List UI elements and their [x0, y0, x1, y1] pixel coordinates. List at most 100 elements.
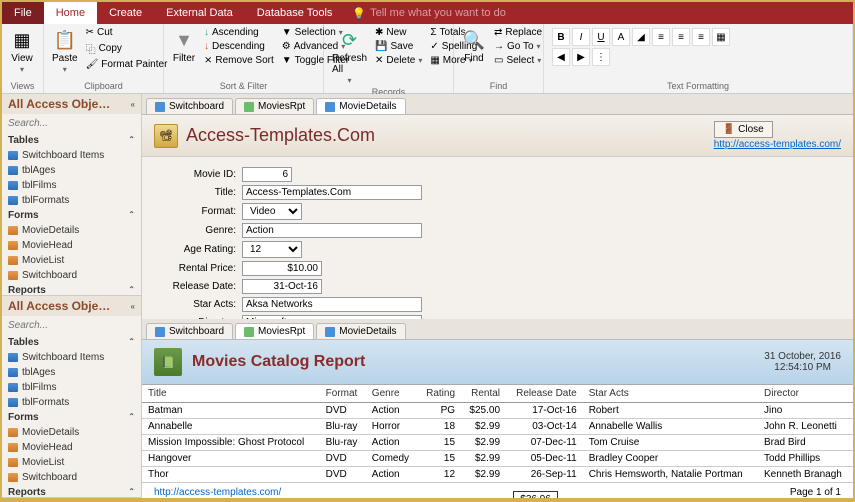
align-center-button[interactable]: ≡ — [672, 28, 690, 46]
nav-collapse-icon-2[interactable]: « — [131, 302, 135, 311]
underline-button[interactable]: U — [592, 28, 610, 46]
table-row[interactable]: Mission Impossible: Ghost ProtocolBlu-ra… — [142, 435, 853, 451]
filter-button[interactable]: ▼Filter — [170, 26, 198, 66]
indent-dec-button[interactable]: ◀ — [552, 48, 570, 66]
nav-search-2[interactable] — [6, 318, 137, 333]
nav-form-movielist-1[interactable]: MovieList — [2, 253, 141, 268]
field-star[interactable] — [242, 297, 422, 312]
italic-button[interactable]: I — [572, 28, 590, 46]
nav-group-forms-1[interactable]: Forms⌃ — [2, 208, 141, 223]
field-age[interactable]: 12 — [242, 241, 302, 258]
nav-form-switchboard-2[interactable]: Switchboard — [2, 470, 141, 485]
menu-home[interactable]: Home — [44, 2, 97, 24]
tables-label-2: Tables — [8, 337, 39, 348]
nav-header-1[interactable]: All Access Obje…« — [2, 94, 141, 114]
report-col-header: Director — [758, 385, 853, 403]
nav-form-switchboard-1[interactable]: Switchboard — [2, 268, 141, 283]
table-row[interactable]: AnnabelleBlu-rayHorror18$2.9903-Oct-14An… — [142, 419, 853, 435]
align-left-button[interactable]: ≡ — [652, 28, 670, 46]
report-time: 12:54:10 PM — [764, 362, 841, 373]
field-title[interactable] — [242, 185, 422, 200]
field-release[interactable] — [242, 279, 322, 294]
tab-moviedetails-1[interactable]: MovieDetails — [316, 98, 405, 114]
nav-form-moviehead-1[interactable]: MovieHead — [2, 238, 141, 253]
align-right-button[interactable]: ≡ — [692, 28, 710, 46]
gridlines-button[interactable]: ▦ — [712, 28, 730, 46]
replace-button[interactable]: ⇄Replace — [492, 26, 544, 39]
paste-button[interactable]: 📋Paste▾ — [50, 26, 80, 76]
table-cell: Mission Impossible: Ghost Protocol — [142, 435, 320, 451]
paste-icon: 📋 — [53, 28, 77, 52]
copy-icon: ⿻ — [86, 41, 96, 56]
ascending-button[interactable]: ↓Ascending — [202, 26, 276, 39]
save-button[interactable]: 💾Save — [373, 40, 424, 53]
form-title: Access-Templates.Com — [186, 125, 375, 146]
bold-button[interactable]: B — [552, 28, 570, 46]
menu-create[interactable]: Create — [97, 2, 154, 24]
nav-form-moviedetails-2[interactable]: MovieDetails — [2, 425, 141, 440]
nav-form-moviehead-2[interactable]: MovieHead — [2, 440, 141, 455]
fill-color-button[interactable]: ◢ — [632, 28, 650, 46]
nav-table-tblfilms-2[interactable]: tblFilms — [2, 380, 141, 395]
tab-moviesrpt-2[interactable]: MoviesRpt — [235, 323, 314, 339]
label-movie-id: Movie ID: — [162, 169, 242, 180]
bullets-button[interactable]: ⋮ — [592, 48, 610, 66]
new-button[interactable]: ✱New — [373, 26, 424, 39]
group-textfmt-label: Text Formatting — [550, 81, 846, 91]
menu-external-data[interactable]: External Data — [154, 2, 245, 24]
nav-table-tblages-2[interactable]: tblAges — [2, 365, 141, 380]
descending-button[interactable]: ↓Descending — [202, 40, 276, 53]
copy-button[interactable]: ⿻Copy — [84, 40, 170, 57]
goto-button[interactable]: →Go To▾ — [492, 40, 544, 53]
font-color-button[interactable]: A — [612, 28, 630, 46]
field-genre[interactable] — [242, 223, 422, 238]
nav-collapse-icon[interactable]: « — [131, 100, 135, 109]
refresh-button[interactable]: ⟳Refresh All▾ — [330, 26, 369, 87]
tab-switchboard-1[interactable]: Switchboard — [146, 98, 233, 114]
cut-button[interactable]: ✂Cut — [84, 26, 170, 39]
select-button[interactable]: ▭Select▾ — [492, 54, 544, 67]
nav-form-movielist-2[interactable]: MovieList — [2, 455, 141, 470]
indent-inc-button[interactable]: ▶ — [572, 48, 590, 66]
tab-moviedetails-2[interactable]: MovieDetails — [316, 323, 405, 339]
table-row[interactable]: BatmanDVDActionPG$25.0017-Oct-16RobertJi… — [142, 403, 853, 419]
goto-icon: → — [494, 41, 504, 52]
nav-table-tblages-1[interactable]: tblAges — [2, 163, 141, 178]
nav-group-reports-1[interactable]: Reports⌃ — [2, 283, 141, 296]
nav-group-tables-1[interactable]: Tables⌃ — [2, 133, 141, 148]
report-footer-link[interactable]: http://access-templates.com/ — [154, 487, 281, 498]
table-cell: Annabelle — [142, 419, 320, 435]
nav-group-forms-2[interactable]: Forms⌃ — [2, 410, 141, 425]
nav-group-tables-2[interactable]: Tables⌃ — [2, 335, 141, 350]
menu-database-tools[interactable]: Database Tools — [245, 2, 345, 24]
painter-label: Format Painter — [101, 59, 167, 70]
nav-table-tblfilms-1[interactable]: tblFilms — [2, 178, 141, 193]
tell-me[interactable]: 💡 Tell me what you want to do — [344, 7, 505, 20]
nav-search-1[interactable] — [6, 116, 137, 131]
table-row[interactable]: HangoverDVDComedy15$2.9905-Dec-11Bradley… — [142, 451, 853, 467]
nav-table-switchboard-items-2[interactable]: Switchboard Items — [2, 350, 141, 365]
nav-table-tblformats-1[interactable]: tblFormats — [2, 193, 141, 208]
nav-group-reports-2[interactable]: Reports⌃ — [2, 485, 141, 498]
nav-form-moviedetails-1[interactable]: MovieDetails — [2, 223, 141, 238]
report-col-header: Star Acts — [583, 385, 758, 403]
field-format[interactable]: Video — [242, 203, 302, 220]
nav-table-tblformats-2[interactable]: tblFormats — [2, 395, 141, 410]
close-button[interactable]: 🚪Close — [714, 121, 773, 138]
find-button[interactable]: 🔍Find — [460, 26, 488, 66]
nav-header-2[interactable]: All Access Obje…« — [2, 296, 141, 316]
form-header-link[interactable]: http://access-templates.com/ — [714, 139, 841, 150]
field-movie-id[interactable] — [242, 167, 292, 182]
tab-switchboard-2[interactable]: Switchboard — [146, 323, 233, 339]
label-age: Age Rating: — [162, 244, 242, 255]
remove-sort-button[interactable]: ⨯Remove Sort — [202, 54, 276, 67]
menu-file[interactable]: File — [2, 2, 44, 24]
nav-table-switchboard-items-1[interactable]: Switchboard Items — [2, 148, 141, 163]
table-row[interactable]: ThorDVDAction12$2.9926-Sep-11Chris Hemsw… — [142, 467, 853, 483]
format-painter-button[interactable]: 🖌Format Painter — [84, 58, 170, 71]
tab-moviesrpt-1[interactable]: MoviesRpt — [235, 98, 314, 114]
table-cell: Bradley Cooper — [583, 451, 758, 467]
view-button[interactable]: ▦View▾ — [8, 26, 36, 76]
delete-button[interactable]: ✕Delete▾ — [373, 54, 424, 67]
field-price[interactable] — [242, 261, 322, 276]
